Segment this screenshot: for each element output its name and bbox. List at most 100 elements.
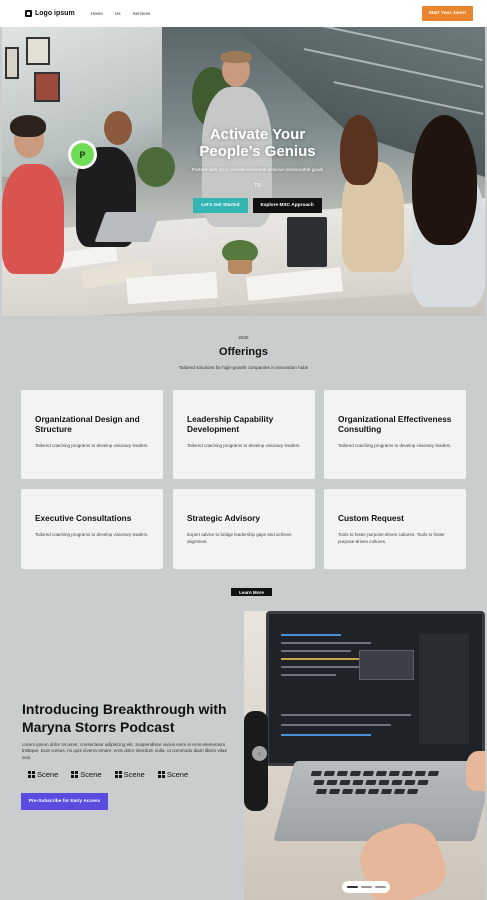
key [378,780,390,785]
hero-subtitle: Partner with us to elevate business achi… [191,168,324,173]
laptop-screen [266,611,485,766]
scene-logo: Scene [71,770,102,779]
offering-card[interactable]: Strategic Advisory Expert advice to brid… [173,489,315,569]
card-title: Leadership Capability Development [187,414,274,434]
key [401,771,414,776]
start-journey-button[interactable]: Start Your Journ [421,6,473,21]
card-title: Custom Request [338,513,404,523]
code-line [281,642,371,644]
offering-card[interactable]: Organizational Effectiveness Consulting … [324,390,466,479]
scene-logo: Scene [157,770,189,779]
wall-frame [26,37,50,65]
nav-links: Home Us Services [91,11,151,16]
card-description: Tailored coaching programs to develop vi… [338,443,452,448]
hero-title-line1: Activate Your [209,126,306,143]
logo[interactable]: Logo ipsum [25,10,75,17]
carousel-dot[interactable] [360,886,372,888]
hero-title: Activate Your People’s Genius [30,126,485,160]
logo-icon [25,10,32,17]
code-line [281,650,351,652]
card-description: Tools to foster purpose-driven cultures.… [338,532,445,544]
code-line [281,666,361,668]
key [328,789,341,794]
explore-approach-button[interactable]: Explore MSC Approach [252,198,322,213]
key [406,789,419,794]
key [315,789,328,794]
laptop [94,212,161,242]
offerings-year: 2025 [238,335,249,340]
hand [466,751,485,791]
key [427,771,440,776]
scene-label: Scene [80,770,102,779]
key [352,780,364,785]
nav-link-us[interactable]: Us [115,11,121,16]
key [414,771,427,776]
scene-label: Scene [123,770,145,779]
learn-more-button[interactable]: Learn More [231,588,272,596]
person-hair [220,51,252,63]
get-started-button[interactable]: Let’s Get Started [193,198,248,213]
wall-frame [5,47,19,79]
key [349,771,362,776]
key [375,771,388,776]
hero-title-line2: People’s Genius [199,143,316,160]
offering-card[interactable]: Organizational Design and Structure Tail… [21,390,163,479]
scene-logo: Scene [114,770,145,779]
laptop-keyboard [273,761,485,841]
key [365,780,377,785]
code-line [281,714,411,716]
key [354,789,367,794]
wall-frame [34,72,60,102]
key [417,780,429,785]
card-description: Tailored coaching programs to develop vi… [187,443,301,448]
key [310,771,323,776]
code-line [281,634,341,636]
carousel-dot[interactable] [346,886,358,888]
card-description: Expert advice to bridge leadership gaps … [187,532,292,544]
hero-buttons: Let’s Get Started Explore MSC Approach [30,198,485,213]
offerings-title: Offerings [219,346,268,358]
podcast-image [244,611,485,900]
key [388,771,401,776]
hero-text-block: Activate Your People’s Genius Partner wi… [2,126,485,213]
key [339,780,351,785]
key [404,780,416,785]
card-title: Strategic Advisory [187,513,261,523]
key [313,780,325,785]
carousel-dots [342,881,390,893]
key [391,780,403,785]
nav-link-services[interactable]: Services [133,11,151,16]
key [326,780,338,785]
nav-link-home[interactable]: Home [91,11,103,16]
hero-section: P Activate Your People’s Genius Partner … [2,27,485,316]
key [336,771,349,776]
scene-icon [28,771,35,778]
card-description: Tailored coaching programs to develop vi… [35,532,149,537]
key [380,789,393,794]
card-title: Executive Consultations [35,513,132,523]
scene-icon [157,771,165,778]
offering-card[interactable]: Leadership Capability Development Tailor… [173,390,315,479]
code-line [281,734,371,736]
scene-logos: Scene Scene Scene Scene [28,770,188,779]
offering-card[interactable]: Executive Consultations Tailored coachin… [21,489,163,569]
screen-popup [359,650,414,680]
laptop [287,217,327,267]
plant-pot [228,260,252,274]
scene-label: Scene [166,770,189,779]
code-line [281,724,391,726]
offering-card[interactable]: Custom Request Tools to foster purpose-d… [324,489,466,569]
offerings-subtitle: Tailored solutions for high-growth compa… [178,365,309,370]
chevron-left-icon[interactable]: ‹ [252,746,267,761]
podcast-description: Lorem ipsum dolor sit amet, consectetur … [22,742,228,760]
top-navbar: Logo ipsum Home Us Services Start Your J… [0,0,487,27]
key [367,789,380,794]
carousel-dot[interactable] [374,886,386,888]
card-title: Organizational Effectiveness Consulting [338,414,452,434]
pre-subscribe-button[interactable]: Pre-Subscribe for Early Access [21,793,108,810]
scene-icon [71,771,79,778]
card-title: Organizational Design and Structure [35,414,140,434]
card-description: Tailored coaching programs to develop vi… [35,443,149,448]
scene-label: Scene [37,770,59,779]
key [323,771,336,776]
